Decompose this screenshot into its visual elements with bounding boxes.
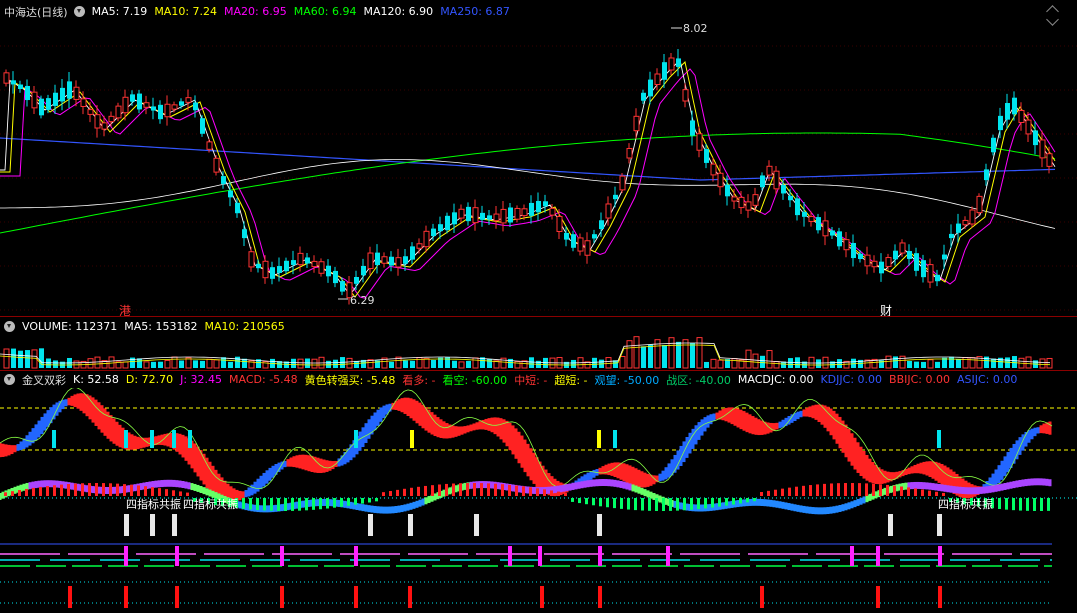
indicator-kdjjc: KDJJC: 0.00 <box>820 373 883 386</box>
volume-ma10-label: MA10: 210565 <box>204 320 285 333</box>
ma120-label: MA120: 6.90 <box>363 5 434 18</box>
ma250-label: MA250: 6.87 <box>440 5 510 18</box>
volume-label: VOLUME: 112371 <box>22 320 118 333</box>
indicator-header: 金叉双彩 K: 52.58 D: 72.70 J: 32.45 MACD: -5… <box>0 371 1024 388</box>
volume-ma5-label: MA5: 153182 <box>124 320 198 333</box>
indicator-asijc: ASIJC: 0.00 <box>957 373 1018 386</box>
indicator-d: D: 72.70 <box>125 373 174 386</box>
chevron-down-icon[interactable] <box>73 6 85 17</box>
indicator-name[interactable]: 金叉双彩 <box>22 372 66 388</box>
indicator-bearish: 看空: -60.00 <box>442 373 508 387</box>
indicator-bullish: 看多: - <box>402 373 436 387</box>
ma5-label: MA5: 7.19 <box>91 5 148 18</box>
low-price-label: 6.29 <box>350 294 375 307</box>
indicator-k: K: 52.58 <box>73 373 119 386</box>
resonance-label-1: 四指标共振 <box>126 498 181 511</box>
indicator-mid-short: 中短: - <box>514 373 548 387</box>
ma10-label: MA10: 7.24 <box>154 5 218 18</box>
indicator-bbijc: BBIJC: 0.00 <box>889 373 950 386</box>
indicator-watch: 观望: -50.00 <box>594 373 660 387</box>
indicator-macdjc: MACDJC: 0.00 <box>737 373 814 386</box>
chevron-down-icon[interactable] <box>4 374 15 385</box>
indicator-j: J: 32.45 <box>180 373 223 386</box>
indicator-yellow-buy: 黄色转强买: -5.48 <box>304 373 396 387</box>
chevron-down-icon[interactable] <box>4 321 15 332</box>
volume-chart <box>0 336 1053 369</box>
panel-divider <box>0 316 1077 317</box>
ma20-label: MA20: 6.95 <box>224 5 287 18</box>
ma60-label: MA60: 6.94 <box>293 5 357 18</box>
indicator-ultra-short: 超短: - <box>554 373 588 387</box>
resonance-label-2: 四指标共振 <box>183 498 238 511</box>
resonance-label-3: 四指标共振 <box>938 498 993 511</box>
candlestick-chart <box>0 27 1077 311</box>
volume-header: VOLUME: 112371 MA5: 153182 MA10: 210565 <box>0 318 292 335</box>
indicator-macd: MACD: -5.48 <box>229 373 298 386</box>
indicator-zone: 战区: -40.00 <box>666 373 731 387</box>
high-price-label: 8.02 <box>683 22 708 35</box>
